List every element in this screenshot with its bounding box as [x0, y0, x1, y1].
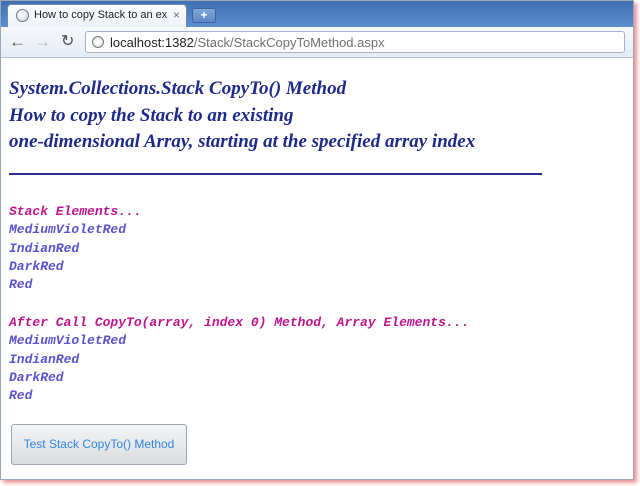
tab-strip: How to copy Stack to an ex × +	[1, 1, 633, 27]
horizontal-rule	[9, 173, 542, 175]
address-bar[interactable]: localhost:1382/Stack/StackCopyToMethod.a…	[85, 31, 625, 53]
tab-title: How to copy Stack to an ex	[34, 9, 168, 21]
browser-window: How to copy Stack to an ex × + ← → ↻ loc…	[0, 0, 634, 480]
page-title-line-2: How to copy the Stack to an existing	[9, 105, 294, 126]
stack-item: MediumVioletRed	[9, 222, 127, 237]
stack-elements-label: Stack Elements...	[9, 204, 142, 219]
browser-toolbar: ← → ↻ localhost:1382/Stack/StackCopyToMe…	[1, 27, 633, 58]
url-host: localhost:1382	[110, 35, 194, 50]
array-elements-label: After Call CopyTo(array, index 0) Method…	[9, 315, 470, 330]
array-item: DarkRed	[9, 370, 64, 385]
url-text: localhost:1382/Stack/StackCopyToMethod.a…	[110, 35, 385, 50]
reload-icon[interactable]: ↻	[61, 33, 74, 50]
page-content: System.Collections.Stack CopyTo() Method…	[1, 58, 633, 479]
browser-tab[interactable]: How to copy Stack to an ex ×	[7, 4, 187, 27]
forward-arrow-icon[interactable]: →	[34, 33, 51, 50]
url-path: /Stack/StackCopyToMethod.aspx	[193, 35, 385, 50]
page-icon	[92, 36, 104, 48]
stack-item: Red	[9, 277, 33, 292]
array-item: Red	[9, 388, 33, 403]
new-tab-button[interactable]: +	[192, 8, 216, 23]
page-title-line-1: System.Collections.Stack CopyTo() Method	[9, 78, 347, 99]
tab-favicon-icon	[16, 9, 29, 22]
stack-item: DarkRed	[9, 259, 64, 274]
tab-close-icon[interactable]: ×	[173, 8, 180, 22]
stack-item: IndianRed	[9, 241, 80, 256]
array-item: IndianRed	[9, 352, 80, 367]
array-item: MediumVioletRed	[9, 333, 127, 348]
test-stack-copyto-button[interactable]: Test Stack CopyTo() Method	[11, 424, 187, 465]
page-title-line-3: one-dimensional Array, starting at the s…	[9, 131, 476, 152]
back-arrow-icon[interactable]: ←	[9, 33, 26, 50]
